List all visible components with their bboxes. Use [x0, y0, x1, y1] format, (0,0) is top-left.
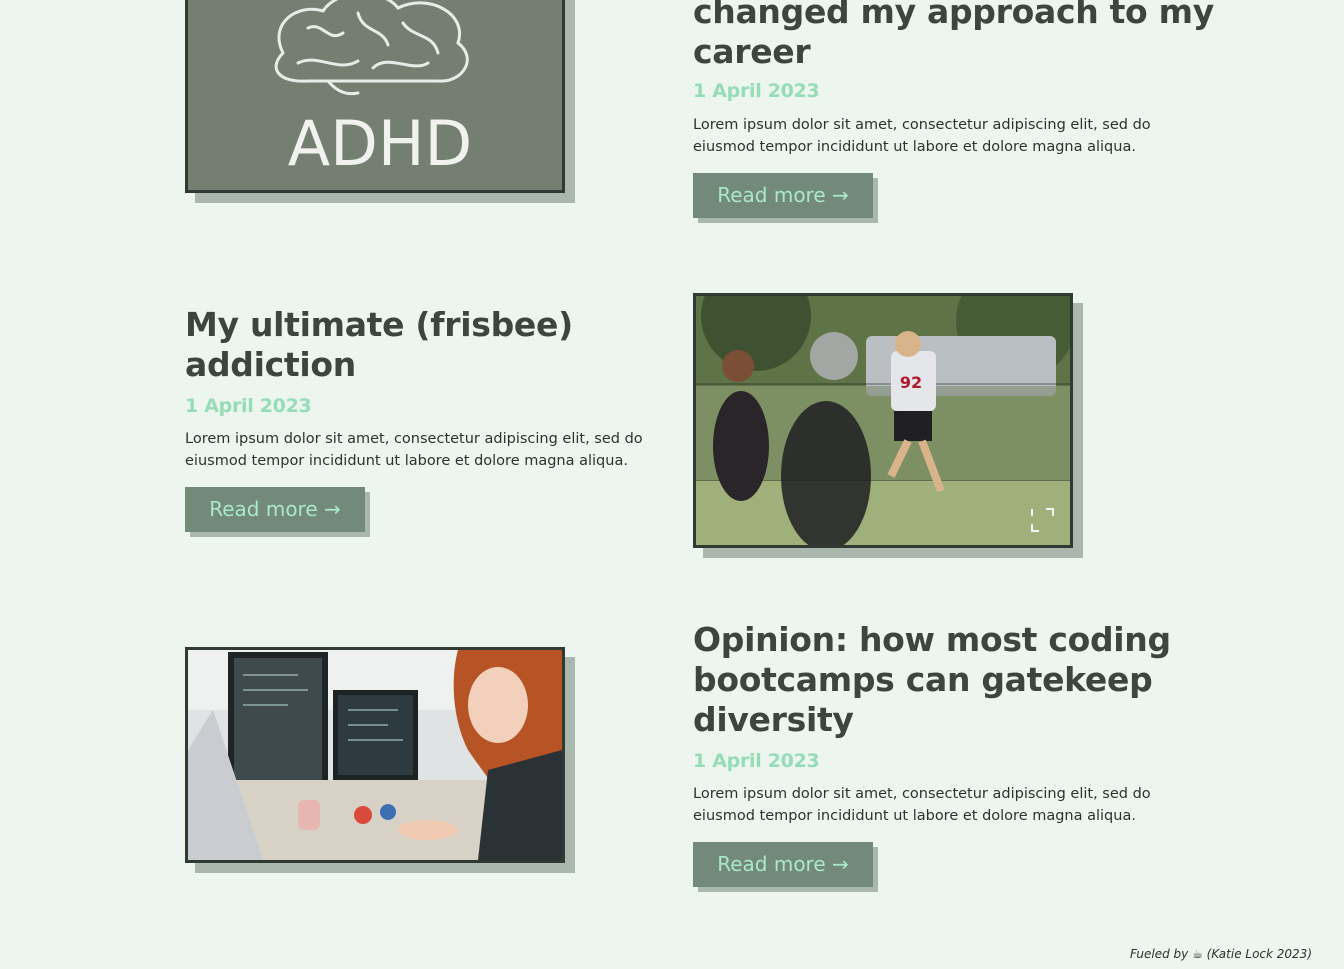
excerpt-line: eiusmod tempor incididunt ut labore et d…	[693, 808, 1136, 824]
post-date: 1 April 2023	[693, 80, 820, 102]
title-line: Opinion: how most coding	[693, 620, 1171, 659]
coding-workstation-image[interactable]	[185, 647, 565, 863]
post-title[interactable]: My ultimate (frisbee) addiction	[185, 305, 573, 385]
read-more-button[interactable]: Read more →	[185, 487, 365, 532]
post-excerpt: Lorem ipsum dolor sit amet, consectetur …	[693, 783, 1163, 827]
post-title[interactable]: changed my approach to my career	[693, 0, 1214, 72]
post-date: 1 April 2023	[185, 395, 312, 417]
title-line: bootcamps can gatekeep	[693, 660, 1153, 699]
post-date: 1 April 2023	[693, 750, 820, 772]
excerpt-line: Lorem ipsum dolor sit amet, consectetur …	[693, 117, 1151, 133]
footer-suffix: (Katie Lock 2023)	[1206, 947, 1312, 961]
post-excerpt: Lorem ipsum dolor sit amet, consectetur …	[693, 114, 1163, 158]
jersey-number: 92	[900, 373, 922, 392]
coffee-icon: ☕	[1192, 947, 1203, 961]
title-line: diversity	[693, 700, 854, 739]
title-line: career	[693, 32, 811, 71]
adhd-chalkboard-image[interactable]: ADHD	[185, 0, 565, 193]
excerpt-line: Lorem ipsum dolor sit amet, consectetur …	[185, 431, 643, 447]
frisbee-game-image[interactable]: 92	[693, 293, 1073, 548]
image-chalk-text: ADHD	[288, 107, 473, 180]
excerpt-line: eiusmod tempor incididunt ut labore et d…	[185, 453, 628, 469]
footer-prefix: Fueled by	[1129, 947, 1189, 961]
read-more-button[interactable]: Read more →	[693, 842, 873, 887]
title-line: addiction	[185, 345, 356, 384]
title-line: changed my approach to my	[693, 0, 1214, 31]
post-2-thumbnail[interactable]: 92	[693, 293, 1083, 558]
excerpt-line: Lorem ipsum dolor sit amet, consectetur …	[693, 786, 1151, 802]
post-title[interactable]: Opinion: how most coding bootcamps can g…	[693, 620, 1171, 740]
footer-credit: Fueled by ☕ (Katie Lock 2023)	[1130, 947, 1312, 961]
read-more-button[interactable]: Read more →	[693, 173, 873, 218]
title-line: My ultimate (frisbee)	[185, 305, 573, 344]
excerpt-line: eiusmod tempor incididunt ut labore et d…	[693, 139, 1136, 155]
post-1-thumbnail[interactable]: ADHD	[185, 0, 575, 203]
post-excerpt: Lorem ipsum dolor sit amet, consectetur …	[185, 428, 655, 472]
post-3-thumbnail[interactable]	[185, 647, 575, 873]
